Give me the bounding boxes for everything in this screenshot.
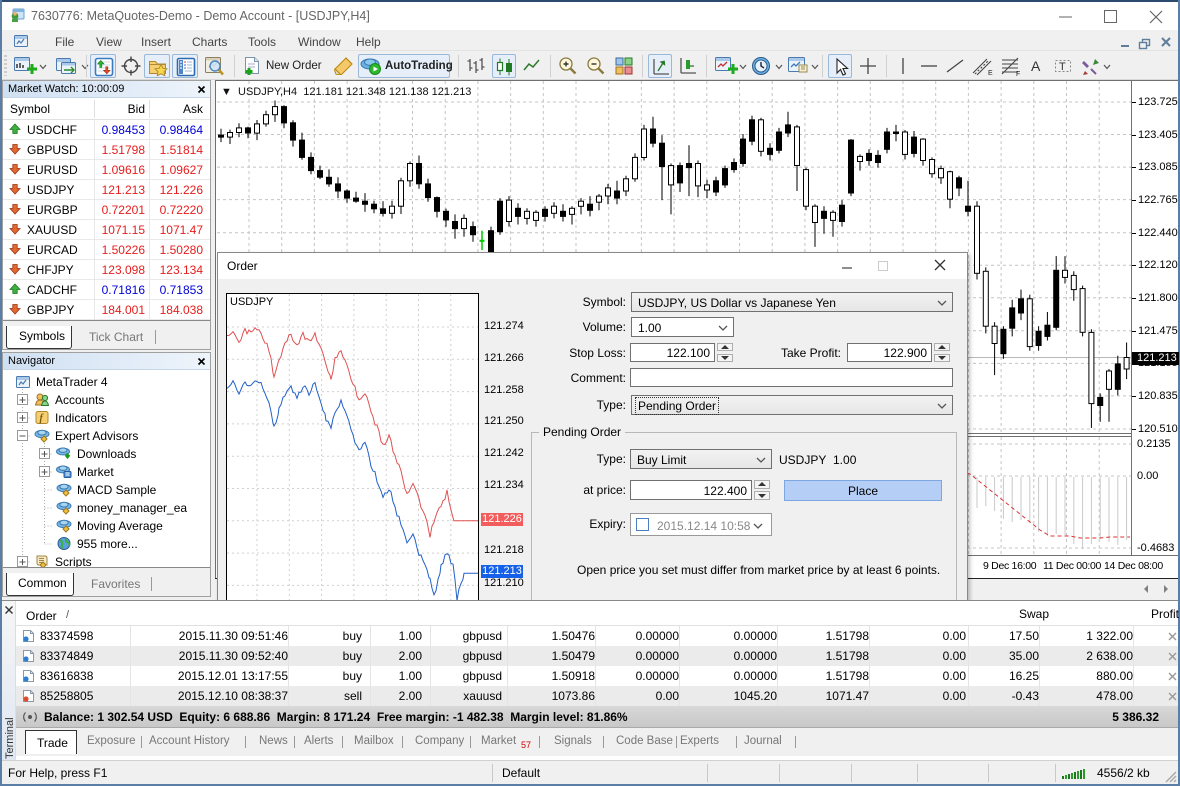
svg-text:Terminal: Terminal <box>4 717 16 759</box>
